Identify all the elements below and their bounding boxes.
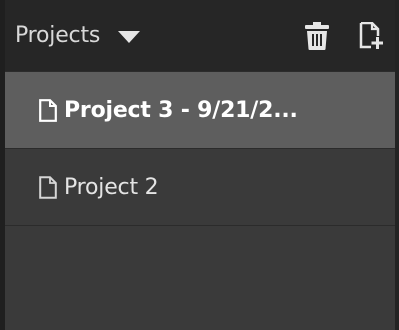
project-list-item[interactable]: Project 3 - 9/21/2... [5, 72, 395, 149]
projects-header: Projects [5, 0, 395, 72]
file-icon [39, 175, 57, 199]
project-name: Project 2 [64, 174, 159, 200]
delete-project-button[interactable] [305, 21, 329, 50]
projects-title: Projects [15, 23, 101, 48]
header-actions [305, 21, 383, 50]
trash-icon [305, 21, 329, 50]
project-name: Project 3 - 9/21/2... [64, 97, 298, 123]
file-icon [39, 98, 57, 122]
projects-panel: Projects Project 3 - 9/21/2... Project 2 [0, 0, 399, 330]
new-file-icon [359, 21, 383, 49]
new-project-button[interactable] [359, 21, 383, 50]
caret-down-icon [118, 30, 141, 43]
projects-dropdown[interactable]: Projects [15, 23, 141, 48]
project-list-item[interactable]: Project 2 [5, 149, 395, 226]
